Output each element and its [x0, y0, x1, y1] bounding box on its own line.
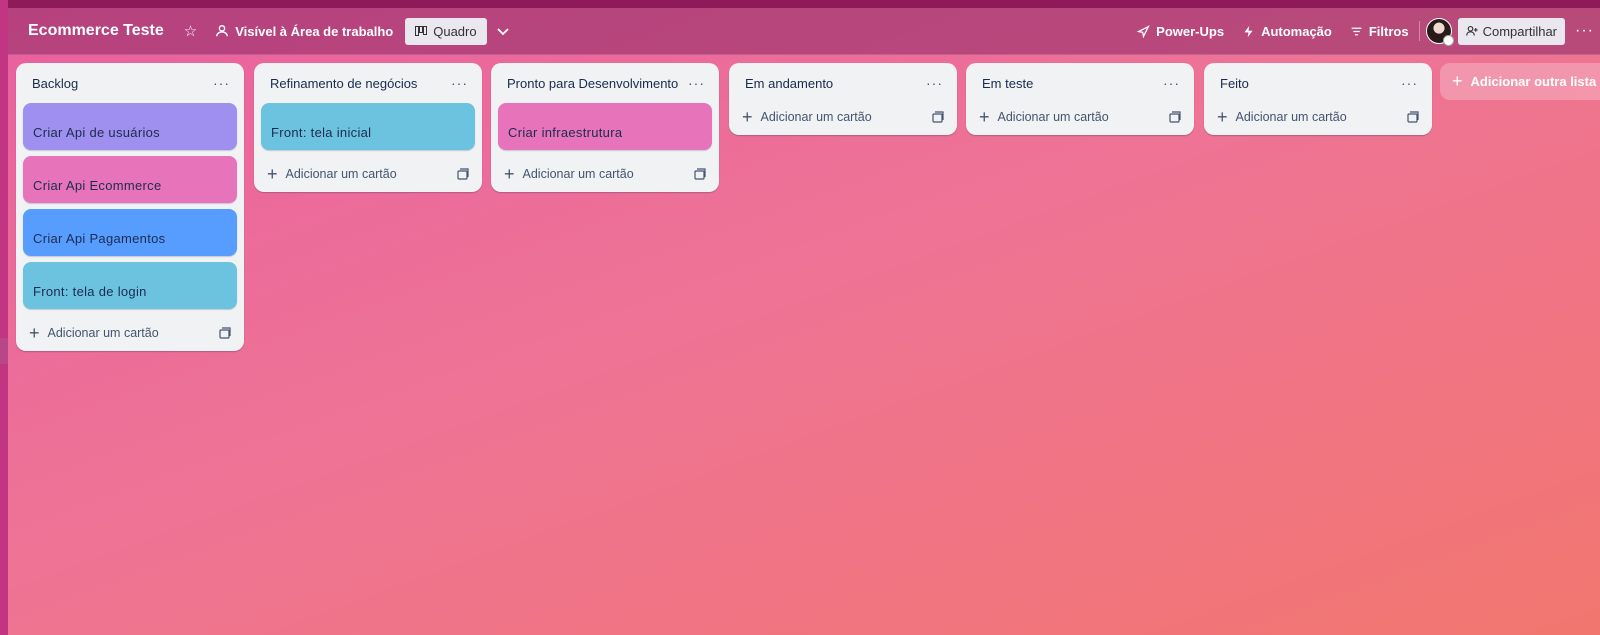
- add-card-button[interactable]: + Adicionar um cartão: [966, 99, 1194, 135]
- list-menu-icon[interactable]: ···: [688, 75, 705, 91]
- add-list-button[interactable]: + Adicionar outra lista: [1440, 63, 1600, 100]
- list-title[interactable]: Pronto para Desenvolvimento: [507, 76, 678, 91]
- list-title[interactable]: Refinamento de negócios: [270, 76, 417, 91]
- list-1[interactable]: Backlog ··· Criar Api de usuários Criar Api…: [16, 63, 244, 351]
- card-title: Criar Api Pagamentos: [33, 231, 166, 246]
- list-menu-icon[interactable]: ···: [926, 75, 943, 91]
- add-card-label: Adicionar um cartão: [47, 326, 159, 340]
- card[interactable]: Criar infraestrutura: [498, 103, 712, 150]
- rocket-icon: [1137, 24, 1150, 38]
- board-title[interactable]: Ecommerce Teste: [28, 22, 164, 40]
- list-title[interactable]: Em andamento: [745, 76, 833, 91]
- card-title: Front: tela de login: [33, 284, 147, 299]
- visibility-button[interactable]: Visível à Área de trabalho: [215, 24, 393, 39]
- list-header: Em teste ···: [966, 63, 1194, 103]
- card-list: Criar infraestrutura: [491, 103, 719, 150]
- add-card-button[interactable]: + Adicionar um cartão: [254, 156, 482, 192]
- powerups-label: Power-Ups: [1156, 23, 1225, 39]
- card-template-icon[interactable]: [694, 168, 706, 180]
- card[interactable]: Criar Api Ecommerce: [23, 156, 237, 203]
- card-list: Criar Api de usuários Criar Api Ecommerce…: [16, 103, 244, 309]
- list-header: Feito ···: [1204, 63, 1432, 103]
- plus-icon: +: [979, 106, 990, 127]
- card-title: Criar Api Ecommerce: [33, 178, 162, 193]
- list-header: Backlog ···: [16, 63, 244, 103]
- list-header: Pronto para Desenvolvimento ···: [491, 63, 719, 103]
- filters-button[interactable]: Filtros: [1350, 24, 1409, 39]
- list-title[interactable]: Backlog: [32, 76, 78, 91]
- card-template-icon[interactable]: [1407, 111, 1419, 123]
- people-icon: [216, 25, 229, 37]
- share-button[interactable]: Compartilhar: [1457, 17, 1566, 45]
- list-menu-icon[interactable]: ···: [213, 75, 230, 91]
- list-header: Em andamento ···: [729, 63, 957, 103]
- list-3[interactable]: Pronto para Desenvolvimento ··· Criar infr…: [491, 63, 719, 192]
- automation-button[interactable]: Automação: [1242, 24, 1332, 39]
- view-label: Quadro: [433, 23, 477, 39]
- powerups-button[interactable]: Power-Ups: [1137, 24, 1224, 39]
- card-template-icon[interactable]: [457, 168, 469, 180]
- card[interactable]: Front: tela de login: [23, 262, 237, 309]
- card-title: Criar infraestrutura: [508, 125, 623, 140]
- plus-icon: +: [742, 106, 753, 127]
- chevron-down-icon[interactable]: [495, 23, 511, 39]
- list-4[interactable]: Em andamento ··· + Adicionar um cartão: [729, 63, 957, 135]
- plus-icon: +: [504, 163, 515, 184]
- list-5[interactable]: Em teste ··· + Adicionar um cartão: [966, 63, 1194, 135]
- add-card-label: Adicionar um cartão: [997, 110, 1109, 124]
- list-title[interactable]: Feito: [1220, 76, 1249, 91]
- visibility-label: Visível à Área de trabalho: [235, 23, 394, 39]
- list-menu-icon[interactable]: ···: [451, 75, 468, 91]
- card[interactable]: Criar Api Pagamentos: [23, 209, 237, 256]
- card-template-icon[interactable]: [1169, 111, 1181, 123]
- plus-icon: +: [267, 163, 278, 184]
- card-template-icon[interactable]: [932, 111, 944, 123]
- add-card-button[interactable]: + Adicionar um cartão: [491, 156, 719, 192]
- filters-label: Filtros: [1368, 23, 1409, 39]
- top-border: [0, 0, 1600, 8]
- add-card-button[interactable]: + Adicionar um cartão: [16, 315, 244, 351]
- share-label: Compartilhar: [1482, 23, 1558, 39]
- list-6[interactable]: Feito ··· + Adicionar um cartão: [1204, 63, 1432, 135]
- add-card-button[interactable]: + Adicionar um cartão: [1204, 99, 1432, 135]
- plus-icon: +: [29, 322, 40, 343]
- plus-icon: +: [1452, 71, 1463, 91]
- sidebar-collapsed-strip[interactable]: [0, 0, 8, 635]
- add-card-label: Adicionar um cartão: [760, 110, 872, 124]
- list-header: Refinamento de negócios ···: [254, 63, 482, 103]
- add-card-button[interactable]: + Adicionar um cartão: [729, 99, 957, 135]
- add-card-label: Adicionar um cartão: [1235, 110, 1347, 124]
- list-title[interactable]: Em teste: [982, 76, 1033, 91]
- board-icon: [415, 26, 428, 36]
- plus-icon: +: [1217, 106, 1228, 127]
- add-list-label: Adicionar outra lista: [1470, 74, 1597, 89]
- card[interactable]: Criar Api de usuários: [23, 103, 237, 150]
- card-title: Front: tela inicial: [271, 125, 372, 140]
- lightning-icon: [1244, 25, 1253, 37]
- add-card-label: Adicionar um cartão: [285, 167, 397, 181]
- card[interactable]: Front: tela inicial: [261, 103, 475, 150]
- list-menu-icon[interactable]: ···: [1163, 75, 1180, 91]
- card-list: Front: tela inicial: [254, 103, 482, 150]
- add-person-icon: [1465, 25, 1478, 36]
- list-2[interactable]: Refinamento de negócios ··· Front: tela in…: [254, 63, 482, 192]
- filter-icon: [1351, 27, 1362, 35]
- board-header: Ecommerce Teste ☆ Visível à Área de trab…: [8, 8, 1600, 55]
- header-divider: [1418, 21, 1420, 41]
- more-icon[interactable]: ···: [1575, 22, 1594, 40]
- avatar[interactable]: [1425, 18, 1454, 46]
- add-card-label: Adicionar um cartão: [522, 167, 634, 181]
- card-title: Criar Api de usuários: [33, 125, 160, 140]
- view-switcher-button[interactable]: Quadro: [405, 17, 487, 45]
- sidebar-expand-handle[interactable]: [0, 338, 8, 364]
- admin-badge: [1442, 35, 1454, 46]
- automation-label: Automação: [1261, 23, 1332, 39]
- card-template-icon[interactable]: [219, 327, 231, 339]
- list-menu-icon[interactable]: ···: [1401, 75, 1418, 91]
- star-icon[interactable]: ☆: [184, 22, 197, 40]
